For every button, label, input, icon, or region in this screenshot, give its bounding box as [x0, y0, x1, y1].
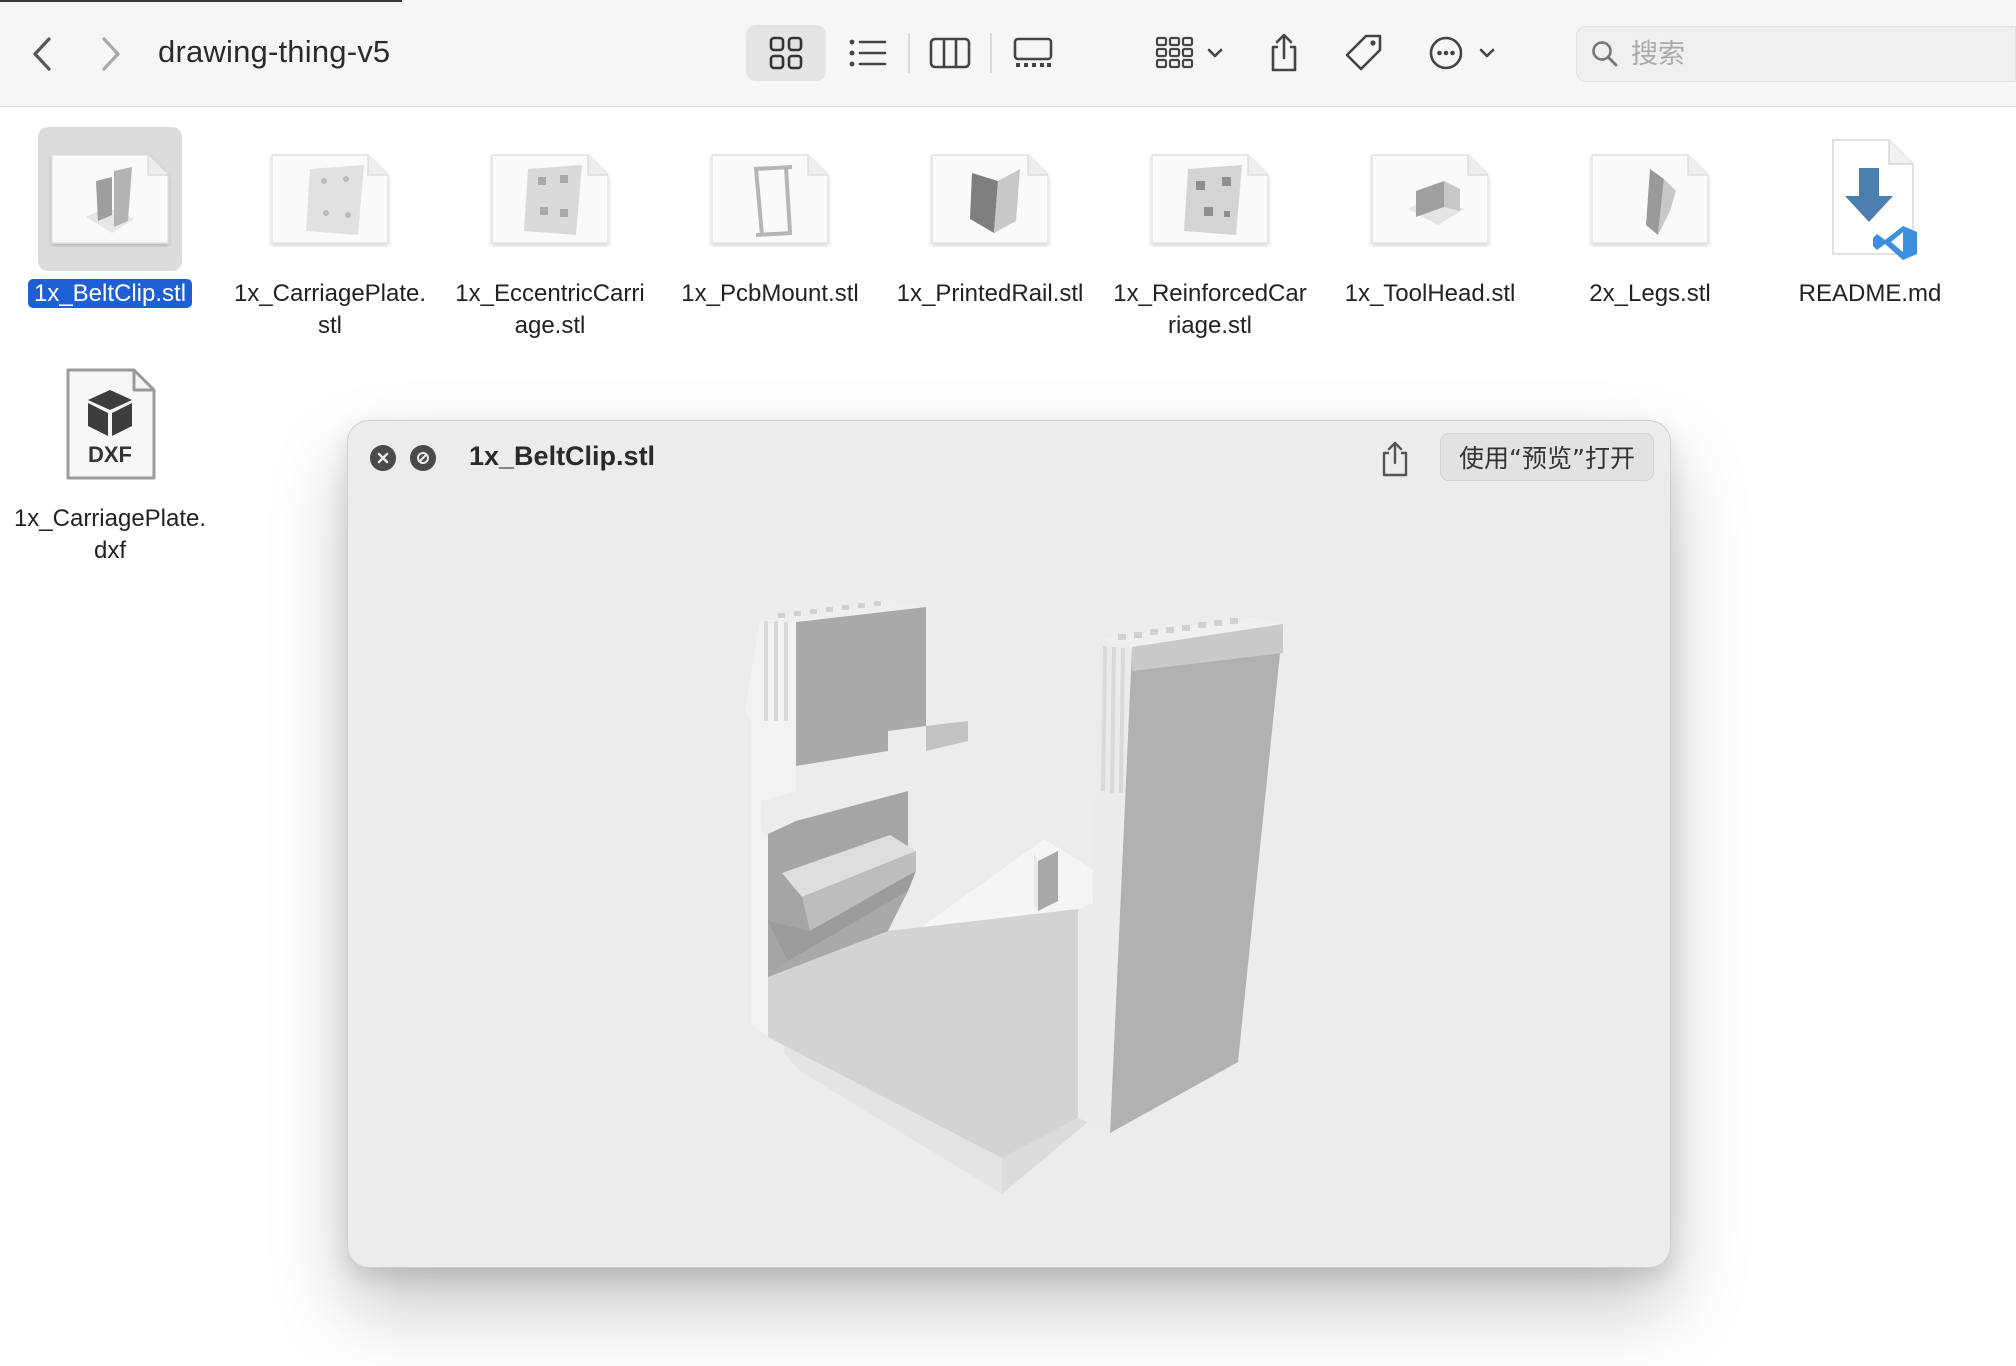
group-by-icon — [1155, 36, 1223, 69]
file-thumbnail[interactable] — [1358, 127, 1502, 271]
stl-file-icon — [1371, 154, 1489, 244]
file-item[interactable]: 1x_ToolHead.stl — [1325, 127, 1535, 310]
file-item[interactable]: 1x_CarriagePlate. stl — [225, 127, 435, 342]
file-name: README.md — [1765, 278, 1975, 310]
stl-file-icon — [271, 154, 389, 244]
share-icon — [1271, 33, 1297, 72]
file-name: 1x_CarriagePlate. dxf — [5, 503, 215, 567]
file-item[interactable]: 2x_Legs.stl — [1545, 127, 1755, 310]
folder-title: drawing-thing-v5 — [158, 34, 391, 69]
chevron-down-icon — [1207, 48, 1223, 58]
file-item[interactable]: 1x_PrintedRail.stl — [885, 127, 1095, 310]
chevron-down-icon — [1479, 48, 1495, 58]
stl-file-icon — [931, 154, 1049, 244]
gallery-icon — [1013, 37, 1053, 67]
stl-file-icon — [1591, 154, 1709, 244]
columns-icon — [929, 37, 971, 69]
finder-toolbar: drawing-thing-v5 — [0, 0, 2016, 107]
markdown-vscode-icon — [1832, 139, 1917, 260]
toolbar-divider — [990, 33, 992, 73]
forward-button[interactable] — [91, 32, 131, 76]
file-item[interactable]: 1x_ReinforcedCar riage.stl — [1105, 127, 1315, 342]
file-name: 1x_PcbMount.stl — [665, 278, 875, 310]
more-options-icon — [1429, 36, 1495, 70]
file-item[interactable]: DXF 1x_CarriagePlate. dxf — [5, 352, 215, 567]
3d-model-preview[interactable] — [348, 421, 1671, 1268]
quicklook-window: 1x_BeltClip.stl 使用“预览”打开 — [347, 420, 1671, 1268]
file-name-label: 1x_PcbMount.stl — [681, 280, 859, 307]
stl-file-icon — [711, 154, 829, 244]
file-name-label: 1x_ReinforcedCar riage.stl — [1113, 280, 1307, 339]
file-name: 1x_ToolHead.stl — [1325, 278, 1535, 310]
stl-file-icon — [51, 154, 169, 244]
file-thumbnail[interactable] — [1578, 127, 1722, 271]
file-item[interactable]: 1x_PcbMount.stl — [665, 127, 875, 310]
file-thumbnail[interactable] — [698, 127, 842, 271]
file-thumbnail[interactable] — [1138, 127, 1282, 271]
file-thumbnail[interactable] — [38, 127, 182, 271]
file-name-label: 2x_Legs.stl — [1589, 280, 1711, 307]
file-name-label: 1x_EccentricCarri age.stl — [455, 280, 645, 339]
stl-file-icon — [1151, 154, 1269, 244]
more-options-button[interactable] — [1428, 25, 1498, 81]
list-view-button[interactable] — [846, 25, 890, 81]
file-item[interactable]: 1x_EccentricCarri age.stl — [445, 127, 655, 342]
file-name-label: 1x_CarriagePlate. dxf — [13, 505, 207, 564]
gallery-view-button[interactable] — [1008, 25, 1058, 81]
stl-file-icon — [491, 154, 609, 244]
file-item[interactable]: README.md — [1765, 127, 1975, 310]
file-thumbnail[interactable] — [478, 127, 622, 271]
file-name-label: 1x_CarriagePlate. stl — [233, 280, 427, 339]
chevron-right-icon — [102, 37, 120, 71]
file-thumbnail[interactable]: DXF — [38, 352, 182, 496]
toolbar-divider — [908, 33, 910, 73]
column-view-button[interactable] — [925, 25, 975, 81]
file-name: 2x_Legs.stl — [1545, 278, 1755, 310]
file-name: 1x_EccentricCarri age.stl — [445, 278, 655, 342]
file-thumbnail[interactable] — [1798, 127, 1942, 271]
group-by-button[interactable] — [1150, 25, 1230, 81]
file-name-label: 1x_BeltClip.stl — [27, 279, 193, 308]
svg-text:DXF: DXF — [88, 442, 132, 467]
grid-icon — [769, 36, 803, 70]
tag-icon — [1345, 34, 1382, 71]
list-icon — [849, 39, 887, 67]
share-button[interactable] — [1264, 25, 1304, 81]
window-top-strip — [0, 0, 402, 2]
file-thumbnail[interactable] — [258, 127, 402, 271]
file-name: 1x_ReinforcedCar riage.stl — [1105, 278, 1315, 342]
icon-view-button[interactable] — [746, 25, 826, 81]
file-name-label: 1x_ToolHead.stl — [1344, 280, 1516, 307]
search-icon — [1592, 41, 1618, 67]
back-button[interactable] — [22, 32, 62, 76]
dxf-file-icon: DXF — [66, 368, 156, 480]
file-name-label: README.md — [1798, 280, 1942, 307]
file-name: 1x_CarriagePlate. stl — [225, 278, 435, 342]
file-name: 1x_BeltClip.stl — [5, 278, 215, 310]
chevron-left-icon — [33, 37, 51, 71]
tag-button[interactable] — [1342, 25, 1386, 81]
file-name-label: 1x_PrintedRail.stl — [896, 280, 1084, 307]
search-input[interactable] — [1631, 38, 1991, 70]
file-name: 1x_PrintedRail.stl — [885, 278, 1095, 310]
search-field[interactable] — [1576, 26, 2016, 82]
file-item[interactable]: 1x_BeltClip.stl — [5, 127, 215, 310]
file-thumbnail[interactable] — [918, 127, 1062, 271]
